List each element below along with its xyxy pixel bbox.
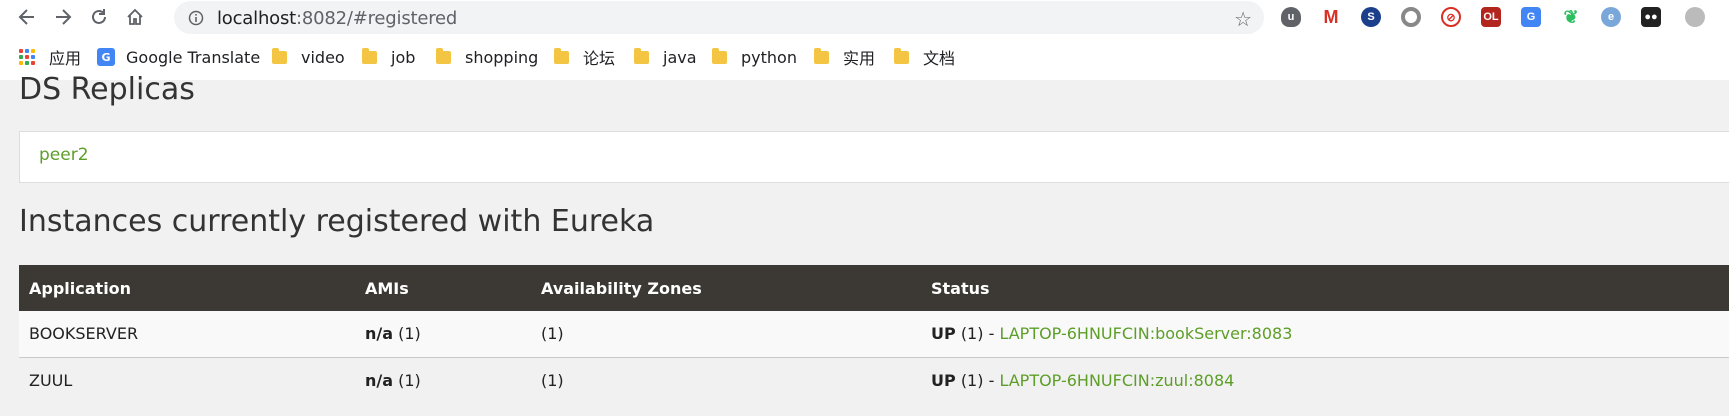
status-value: UP	[931, 324, 956, 344]
forward-arrow-icon	[56, 9, 72, 25]
ami-cell: n/a (1)	[355, 311, 531, 357]
bookmark-practical[interactable]: 实用	[814, 47, 876, 68]
folder-icon	[712, 47, 727, 64]
evernote-icon[interactable]: ❦	[1561, 7, 1581, 27]
status-cell: UP (1) - LAPTOP-6HNUFCIN:bookServer:8083	[921, 311, 1729, 357]
ami-count: (1)	[398, 370, 421, 390]
replica-list: peer2	[19, 131, 1729, 183]
column-header: Status	[931, 278, 990, 298]
address-bar[interactable]: localhost:8082/#registered ☆	[174, 1, 1264, 34]
gmail-icon[interactable]: M	[1321, 7, 1341, 27]
folder-icon	[272, 47, 287, 64]
bookmark-java[interactable]: java	[634, 47, 697, 67]
bookmark-label: shopping	[465, 47, 539, 67]
extension-icon[interactable]	[1685, 7, 1705, 27]
bookmark-label: Google Translate	[126, 47, 261, 67]
forward-button[interactable]	[50, 4, 76, 30]
home-button[interactable]	[122, 4, 148, 30]
table-row: BOOKSERVER n/a (1) (1) UP (1) - LAPTOP-6…	[19, 311, 1729, 357]
info-icon[interactable]	[188, 10, 204, 26]
url-path: :8082/#registered	[296, 8, 458, 29]
status-count: (1) -	[960, 324, 995, 344]
extension-ol-icon[interactable]: OL	[1481, 7, 1501, 27]
home-icon	[127, 8, 143, 25]
page-content: DS Replicas peer2 Instances currently re…	[0, 72, 1729, 416]
instance-link[interactable]: LAPTOP-6HNUFCIN:bookServer:8083	[999, 324, 1292, 343]
bookmark-label: 论坛	[583, 49, 616, 68]
bookmark-label: java	[663, 47, 697, 67]
column-header: Availability Zones	[541, 278, 702, 298]
status-cell: UP (1) - LAPTOP-6HNUFCIN:zuul:8084	[921, 357, 1729, 403]
folder-icon	[436, 47, 451, 64]
bookmark-label: 应用	[49, 49, 82, 68]
replica-link[interactable]: peer2	[39, 145, 89, 165]
folder-icon	[634, 47, 649, 64]
folder-icon	[894, 47, 909, 64]
bookmark-python[interactable]: python	[712, 47, 797, 67]
bookmark-label: python	[741, 47, 797, 67]
instances-title: Instances currently registered with Eure…	[19, 204, 655, 239]
back-arrow-icon	[18, 9, 34, 25]
bookmark-job[interactable]: job	[362, 47, 415, 67]
apps-grid-icon	[19, 48, 36, 66]
google-translate-icon[interactable]: G	[1521, 7, 1541, 27]
browser-toolbar: localhost:8082/#registered ☆ u M S ⊘ OL …	[0, 0, 1729, 34]
ami-cell: n/a (1)	[355, 357, 531, 403]
bookmark-label: video	[301, 47, 345, 67]
table-header-row: Application AMIs Availability Zones Stat…	[19, 265, 1729, 311]
bookmark-video[interactable]: video	[272, 47, 345, 67]
reload-icon	[92, 9, 106, 24]
bookmark-docs[interactable]: 文档	[894, 47, 956, 68]
back-button[interactable]	[14, 4, 40, 30]
app-name: BOOKSERVER	[29, 324, 139, 344]
status-count: (1) -	[960, 370, 995, 390]
ami-value: n/a	[365, 370, 394, 390]
bookmark-star-icon[interactable]: ☆	[1234, 7, 1252, 32]
ami-value: n/a	[365, 324, 394, 344]
column-header: Application	[29, 278, 132, 298]
column-header: AMIs	[365, 278, 409, 298]
bookmark-shopping[interactable]: shopping	[436, 47, 538, 67]
record-icon[interactable]	[1401, 7, 1421, 27]
adblock-icon[interactable]: ⊘	[1441, 7, 1461, 27]
sync-icon[interactable]: S	[1361, 7, 1381, 27]
status-value: UP	[931, 370, 956, 390]
google-translate-icon: G	[97, 48, 115, 66]
table-row: ZUUL n/a (1) (1) UP (1) - LAPTOP-6HNUFCI…	[19, 357, 1729, 403]
ublock-icon[interactable]: u	[1281, 7, 1301, 27]
ds-replicas-title: DS Replicas	[19, 72, 195, 107]
folder-icon	[362, 47, 377, 64]
url-host: localhost	[217, 8, 296, 29]
url-text: localhost:8082/#registered	[217, 8, 457, 29]
tampermonkey-icon[interactable]: ●●	[1641, 7, 1661, 27]
folder-icon	[554, 47, 569, 64]
ami-count: (1)	[398, 324, 421, 344]
bookmarks-bar: 应用 G Google Translate video job shopping…	[0, 34, 1729, 81]
bookmark-label: 文档	[923, 49, 956, 68]
edge-icon[interactable]: e	[1601, 7, 1621, 27]
folder-icon	[814, 47, 829, 64]
reload-button[interactable]	[86, 4, 112, 30]
bookmark-google-translate[interactable]: G Google Translate	[97, 47, 260, 67]
zones-cell: (1)	[541, 324, 564, 344]
app-name: ZUUL	[29, 370, 73, 390]
bookmark-label: job	[391, 47, 416, 67]
bookmark-label: 实用	[843, 49, 876, 68]
bookmark-forum[interactable]: 论坛	[554, 47, 616, 68]
instances-table: Application AMIs Availability Zones Stat…	[19, 265, 1729, 403]
zones-cell: (1)	[541, 370, 564, 390]
bookmark-apps[interactable]: 应用	[19, 47, 82, 68]
instance-link[interactable]: LAPTOP-6HNUFCIN:zuul:8084	[999, 371, 1234, 390]
